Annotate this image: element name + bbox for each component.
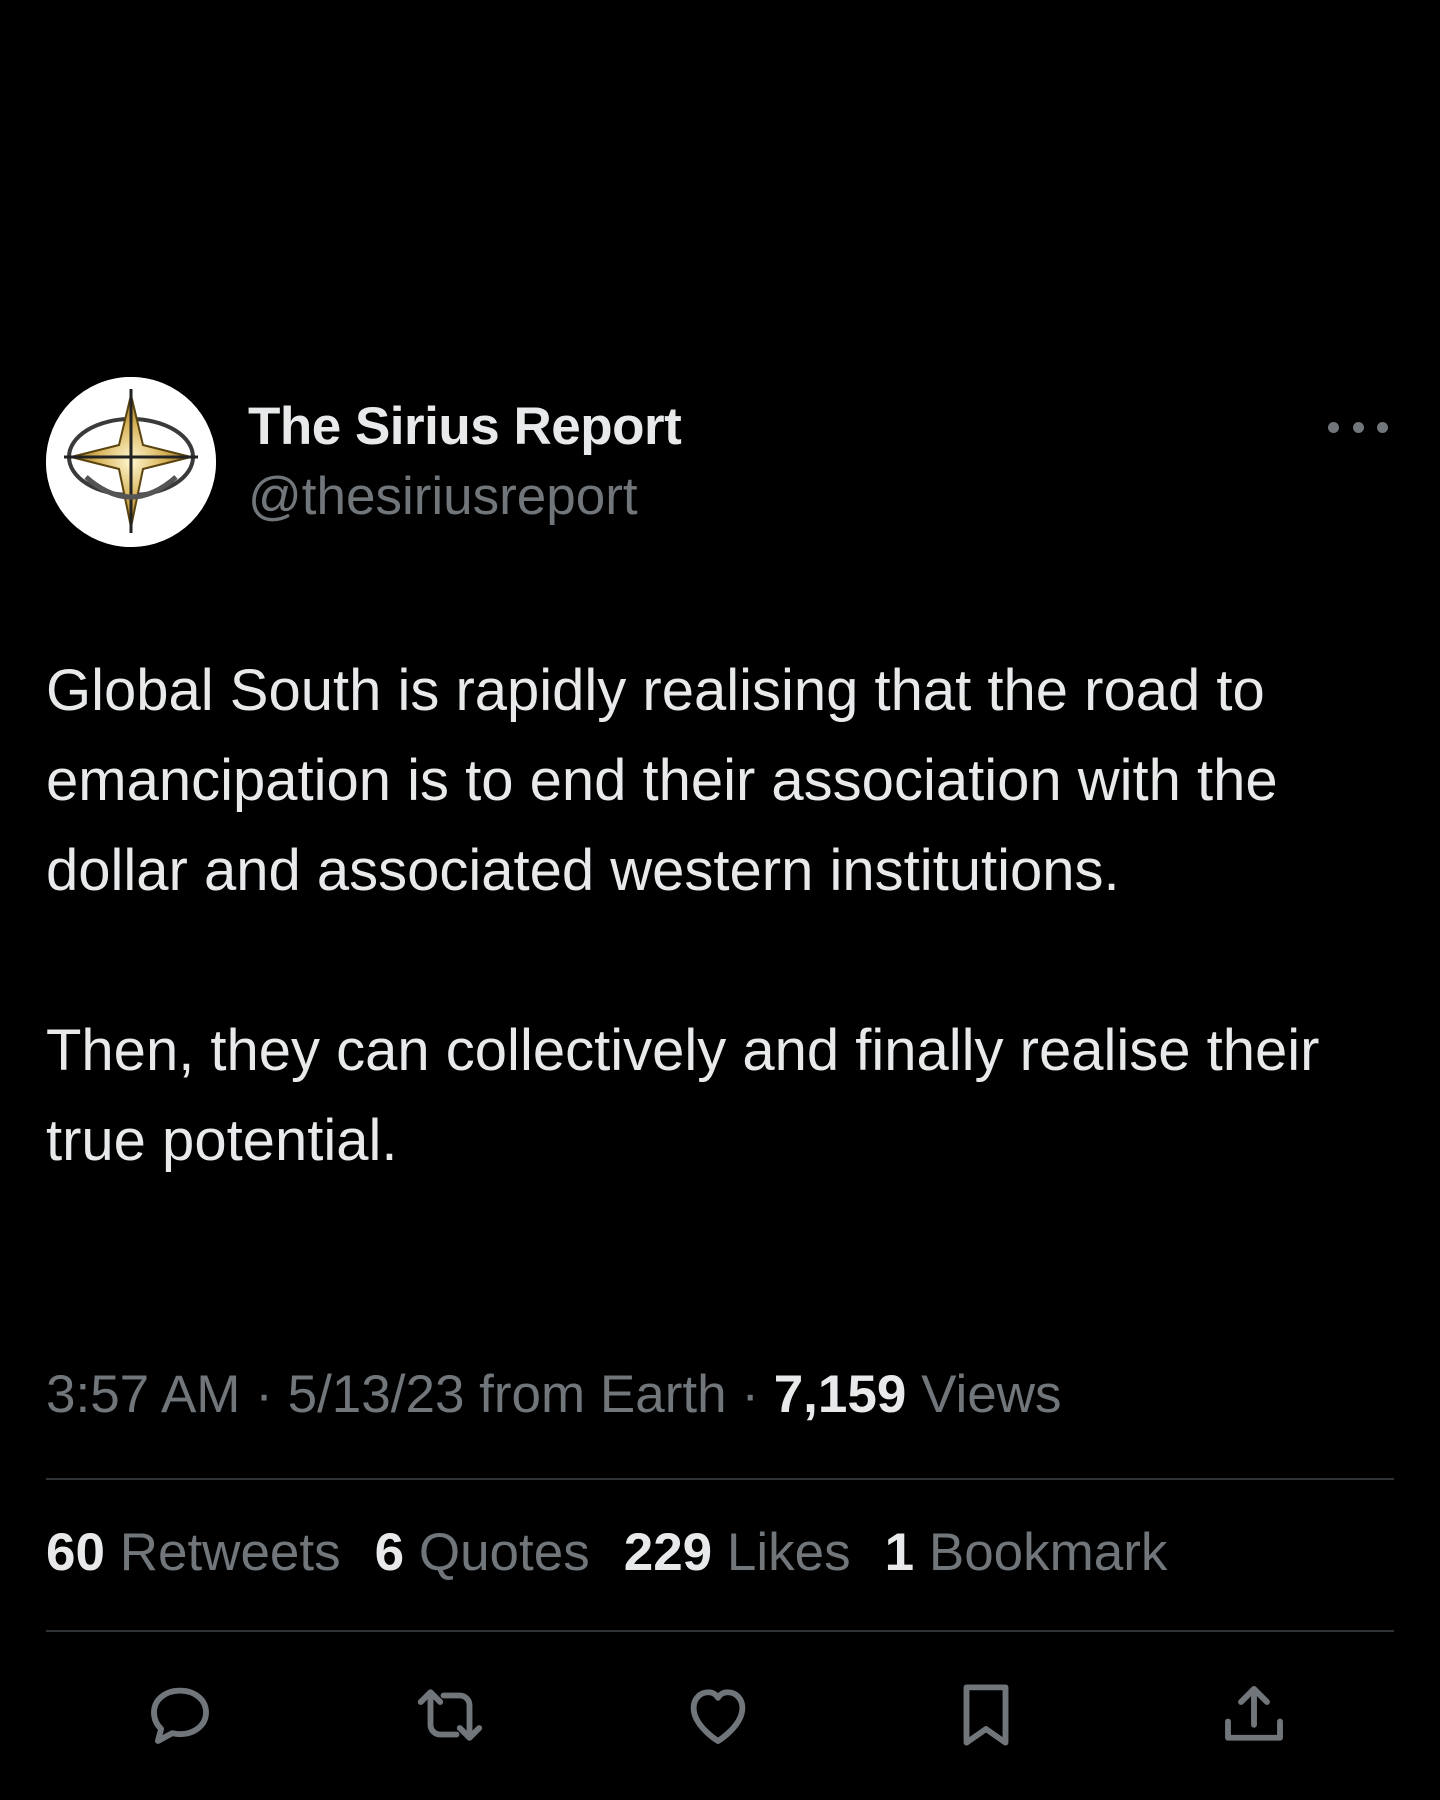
meta-separator: · [255, 1365, 273, 1424]
likes-stat[interactable]: 229 Likes [624, 1522, 851, 1583]
avatar[interactable] [46, 377, 216, 547]
quotes-label: Quotes [418, 1523, 590, 1582]
tweet-date[interactable]: 5/13/23 [288, 1365, 465, 1424]
reply-icon[interactable] [130, 1665, 230, 1765]
likes-count: 229 [623, 1523, 713, 1582]
bookmarks-stat[interactable]: 1 Bookmark [885, 1522, 1168, 1583]
engagement-stats: 60 Retweets 6 Quotes 229 Likes 1 Bookmar… [46, 1522, 1167, 1583]
more-options-icon[interactable] [1328, 412, 1388, 442]
views-count[interactable]: 7,159 [774, 1365, 907, 1424]
bookmarks-label: Bookmark [928, 1523, 1168, 1582]
compass-star-logo-icon [46, 377, 216, 547]
share-icon[interactable] [1204, 1665, 1304, 1765]
action-bar [0, 1665, 1440, 1765]
tweet-paragraph: Then, they can collectively and finally … [46, 1018, 1320, 1173]
divider [46, 1630, 1394, 1632]
meta-separator: · [741, 1365, 759, 1424]
user-handle[interactable]: @thesiriusreport [248, 466, 638, 527]
bookmarks-count: 1 [884, 1523, 915, 1582]
quotes-stat[interactable]: 6 Quotes [375, 1522, 590, 1583]
divider [46, 1478, 1394, 1480]
retweets-label: Retweets [119, 1523, 341, 1582]
retweets-count: 60 [46, 1523, 105, 1582]
retweet-icon[interactable] [400, 1665, 500, 1765]
views-label[interactable]: Views [921, 1365, 1061, 1424]
bookmark-icon[interactable] [936, 1665, 1036, 1765]
tweet-source: from Earth [479, 1365, 727, 1424]
likes-label: Likes [726, 1523, 851, 1582]
tweet-meta: 3:57 AM · 5/13/23 from Earth · 7,159 Vie… [46, 1364, 1062, 1425]
tweet-text: Global South is rapidly realising that t… [46, 646, 1406, 1186]
tweet-paragraph: Global South is rapidly realising that t… [46, 658, 1278, 903]
like-icon[interactable] [668, 1665, 768, 1765]
retweets-stat[interactable]: 60 Retweets [46, 1522, 341, 1583]
display-name[interactable]: The Sirius Report [248, 396, 682, 457]
tweet-detail: The Sirius Report @thesiriusreport Globa… [0, 0, 1440, 1800]
quotes-count: 6 [374, 1523, 405, 1582]
tweet-time[interactable]: 3:57 AM [46, 1365, 240, 1424]
